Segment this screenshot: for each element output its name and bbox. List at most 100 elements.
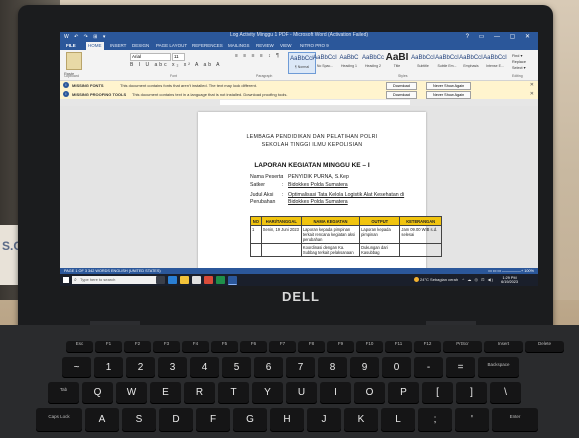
- style-title[interactable]: AaBI Title: [384, 52, 410, 72]
- key-8[interactable]: 8: [318, 357, 347, 378]
- key--[interactable]: ]: [456, 382, 487, 404]
- style-heading-2[interactable]: AaBbCc Heading 2: [360, 52, 386, 72]
- key-backspace[interactable]: Backspace: [478, 357, 519, 378]
- key-p[interactable]: P: [388, 382, 419, 404]
- quick-access-toolbar[interactable]: W ↶ ↷ ⊞ ▾: [64, 34, 107, 40]
- excel-icon[interactable]: [216, 276, 225, 284]
- key-6[interactable]: 6: [254, 357, 283, 378]
- key-tab[interactable]: Tab: [48, 382, 79, 404]
- tab-home[interactable]: HOME: [86, 42, 104, 50]
- key-enter[interactable]: Enter: [492, 408, 538, 432]
- store-icon[interactable]: [192, 276, 201, 284]
- document-area[interactable]: LEMBAGA PENDIDIKAN DAN PELATIHAN POLRI S…: [60, 106, 538, 268]
- key-7[interactable]: 7: [286, 357, 315, 378]
- select-button[interactable]: Select ▾: [512, 65, 536, 71]
- key--[interactable]: -: [414, 357, 443, 378]
- style-heading-1[interactable]: AaBbC Heading 1: [336, 52, 362, 72]
- tab-mailings[interactable]: MAILINGS: [228, 43, 250, 48]
- key--[interactable]: ': [455, 408, 489, 432]
- word-taskbar-icon[interactable]: [228, 276, 237, 285]
- style-subtle-emphasis[interactable]: AaBbCcI Subtle Em...: [434, 52, 460, 72]
- close-icon[interactable]: ✕: [530, 82, 534, 88]
- style-subtitle[interactable]: AaBbCcI Subtitle: [410, 52, 436, 72]
- key-caps-lock[interactable]: Caps Lock: [36, 408, 82, 432]
- key-k[interactable]: K: [344, 408, 378, 432]
- tab-page-layout[interactable]: PAGE LAYOUT: [156, 43, 187, 48]
- key--[interactable]: \: [490, 382, 521, 404]
- never-show-button[interactable]: Never Show Again: [426, 82, 472, 90]
- tab-review[interactable]: REVIEW: [256, 43, 274, 48]
- key--[interactable]: [: [422, 382, 453, 404]
- key-f3[interactable]: F3: [153, 341, 180, 353]
- key-t[interactable]: T: [218, 382, 249, 404]
- key-f11[interactable]: F11: [385, 341, 412, 353]
- key-1[interactable]: 1: [94, 357, 123, 378]
- key-y[interactable]: Y: [252, 382, 283, 404]
- tab-design[interactable]: DESIGN: [132, 43, 149, 48]
- file-explorer-icon[interactable]: [180, 276, 189, 284]
- key-9[interactable]: 9: [350, 357, 379, 378]
- document-page[interactable]: LEMBAGA PENDIDIKAN DAN PELATIHAN POLRI S…: [198, 112, 442, 268]
- download-button[interactable]: Download: [386, 82, 417, 90]
- key-4[interactable]: 4: [190, 357, 219, 378]
- windows-start-icon[interactable]: [63, 277, 69, 283]
- tab-file[interactable]: FILE: [63, 43, 79, 48]
- tab-view[interactable]: VIEW: [280, 43, 292, 48]
- key-i[interactable]: I: [320, 382, 351, 404]
- key-2[interactable]: 2: [126, 357, 155, 378]
- tab-nitro[interactable]: NITRO PRO 9: [300, 43, 329, 48]
- key-j[interactable]: J: [307, 408, 341, 432]
- download-button[interactable]: Download: [386, 91, 417, 99]
- system-tray[interactable]: ^ ☁ ◎ ⊡ ◀): [462, 277, 494, 282]
- weather-widget[interactable]: 24°C Sebagian cerah: [414, 276, 458, 284]
- key--[interactable]: ~: [62, 357, 91, 378]
- key-5[interactable]: 5: [222, 357, 251, 378]
- paste-icon[interactable]: [66, 52, 82, 70]
- key-r[interactable]: R: [184, 382, 215, 404]
- chrome-icon[interactable]: [204, 276, 213, 284]
- key--[interactable]: ;: [418, 408, 452, 432]
- taskbar-search[interactable]: ⌕ Type here to search: [72, 276, 160, 284]
- key--[interactable]: =: [446, 357, 475, 378]
- key-3[interactable]: 3: [158, 357, 187, 378]
- key-s[interactable]: S: [122, 408, 156, 432]
- close-icon[interactable]: ✕: [530, 91, 534, 97]
- paragraph-buttons[interactable]: ≡ ≡ ≡ ≡ ↕ ¶: [235, 53, 281, 59]
- taskbar-clock[interactable]: 1:29 PM 6/19/2023: [501, 276, 518, 284]
- key-e[interactable]: E: [150, 382, 181, 404]
- key-delete[interactable]: Delete: [525, 341, 564, 353]
- key-0[interactable]: 0: [382, 357, 411, 378]
- key-f[interactable]: F: [196, 408, 230, 432]
- key-h[interactable]: H: [270, 408, 304, 432]
- style-emphasis[interactable]: AaBbCcI Emphasis: [458, 52, 484, 72]
- edge-icon[interactable]: [168, 276, 177, 284]
- ruler[interactable]: [60, 99, 538, 106]
- key-g[interactable]: G: [233, 408, 267, 432]
- key-f1[interactable]: F1: [95, 341, 122, 353]
- key-o[interactable]: O: [354, 382, 385, 404]
- key-insert[interactable]: Insert: [484, 341, 523, 353]
- key-esc[interactable]: Esc: [66, 341, 93, 353]
- key-f7[interactable]: F7: [269, 341, 296, 353]
- font-name-select[interactable]: Arial: [130, 53, 171, 61]
- key-f9[interactable]: F9: [327, 341, 354, 353]
- tab-references[interactable]: REFERENCES: [192, 43, 223, 48]
- key-u[interactable]: U: [286, 382, 317, 404]
- style-no-spacing[interactable]: AaBbCcI No Spac...: [312, 52, 338, 72]
- key-d[interactable]: D: [159, 408, 193, 432]
- key-f5[interactable]: F5: [211, 341, 238, 353]
- font-format-buttons[interactable]: B I U abc x₂ x² A ab A: [130, 62, 222, 68]
- key-f12[interactable]: F12: [414, 341, 441, 353]
- key-prtscr[interactable]: PrtScr: [443, 341, 482, 353]
- key-l[interactable]: L: [381, 408, 415, 432]
- tab-insert[interactable]: INSERT: [110, 43, 126, 48]
- key-q[interactable]: Q: [82, 382, 113, 404]
- key-f8[interactable]: F8: [298, 341, 325, 353]
- window-controls[interactable]: ? ▭ — ▢ ✕: [466, 33, 534, 40]
- key-f2[interactable]: F2: [124, 341, 151, 353]
- style-intense-emphasis[interactable]: AaBbCcI Intense E...: [482, 52, 508, 72]
- key-a[interactable]: A: [85, 408, 119, 432]
- key-w[interactable]: W: [116, 382, 147, 404]
- task-view-icon[interactable]: [156, 276, 165, 284]
- key-f4[interactable]: F4: [182, 341, 209, 353]
